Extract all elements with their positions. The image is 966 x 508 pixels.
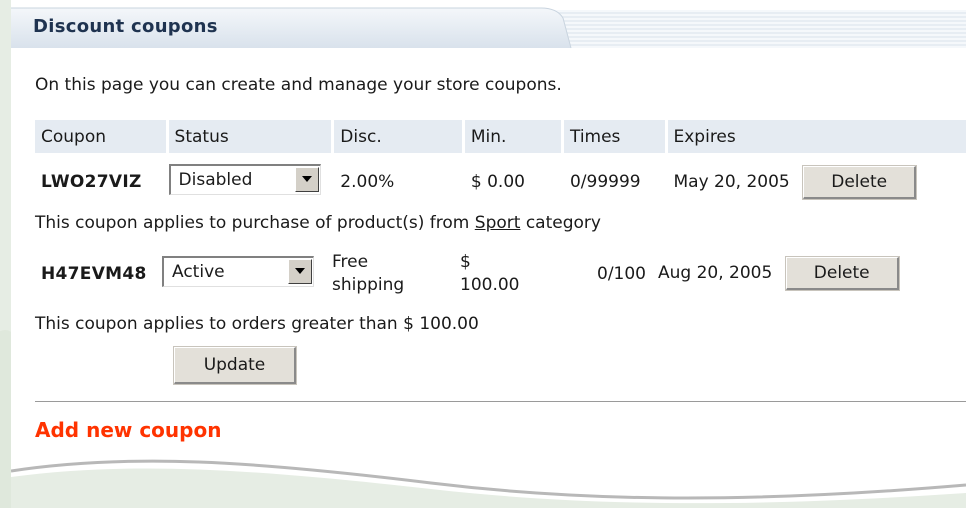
discount-value-line2: shipping	[332, 274, 405, 295]
table-row: H47EVM48 Active Free shipping $ 100.00 0…	[35, 245, 900, 302]
coupon-note-text: This coupon applies to purchase of produ…	[35, 213, 475, 233]
column-header-min: Min.	[464, 120, 564, 153]
min-value-line1: $	[460, 251, 471, 272]
coupon-note: This coupon applies to purchase of produ…	[35, 213, 601, 233]
status-select[interactable]: Disabled	[168, 164, 321, 195]
times-value: 0/100	[597, 263, 646, 284]
table-row: LWO27VIZ Disabled 2.00% $ 0.00 0/99999 M…	[35, 153, 966, 211]
coupon-code: LWO27VIZ	[41, 172, 142, 192]
column-header-expires: Expires	[667, 120, 966, 153]
times-value: 0/99999	[569, 172, 641, 192]
table-header-row: Coupon Status Disc. Min. Times Expires	[35, 120, 966, 153]
delete-button[interactable]: Delete	[802, 164, 918, 200]
discount-value-line1: Free	[332, 251, 369, 272]
column-header-times: Times	[563, 120, 668, 153]
coupon-note-suffix: category	[520, 213, 601, 233]
expires-value: Aug 20, 2005	[658, 263, 773, 283]
update-button[interactable]: Update	[173, 346, 297, 385]
status-select[interactable]: Active	[162, 255, 314, 287]
status-select-value: Active	[172, 261, 225, 282]
column-header-discount: Disc.	[334, 120, 465, 153]
dropdown-arrow-icon[interactable]	[288, 258, 312, 284]
coupons-table: Coupon Status Disc. Min. Times Expires L…	[35, 120, 966, 211]
page-title: Discount coupons	[33, 16, 218, 37]
coupon-note: This coupon applies to orders greater th…	[35, 314, 479, 334]
category-link-sport[interactable]: Sport	[475, 213, 521, 233]
coupons-panel: Discount coupons On this page you can cr…	[11, 0, 966, 508]
dropdown-arrow-icon[interactable]	[294, 167, 319, 192]
intro-text: On this page you can create and manage y…	[35, 75, 562, 95]
expires-value: May 20, 2005	[673, 171, 790, 192]
delete-button[interactable]: Delete	[784, 256, 900, 291]
coupon-code: H47EVM48	[41, 263, 147, 284]
min-value: $ 0.00	[470, 172, 525, 192]
add-new-coupon-link[interactable]: Add new coupon	[35, 418, 221, 442]
min-value-line2: 100.00	[460, 274, 520, 295]
column-header-coupon: Coupon	[35, 120, 169, 153]
discount-value: 2.00%	[340, 172, 395, 192]
coupons-table-row2: H47EVM48 Active Free shipping $ 100.00 0…	[35, 245, 900, 302]
panel-bottom-wave	[11, 459, 966, 508]
status-select-value: Disabled	[178, 170, 253, 190]
column-header-status: Status	[168, 120, 335, 153]
divider	[35, 401, 966, 402]
